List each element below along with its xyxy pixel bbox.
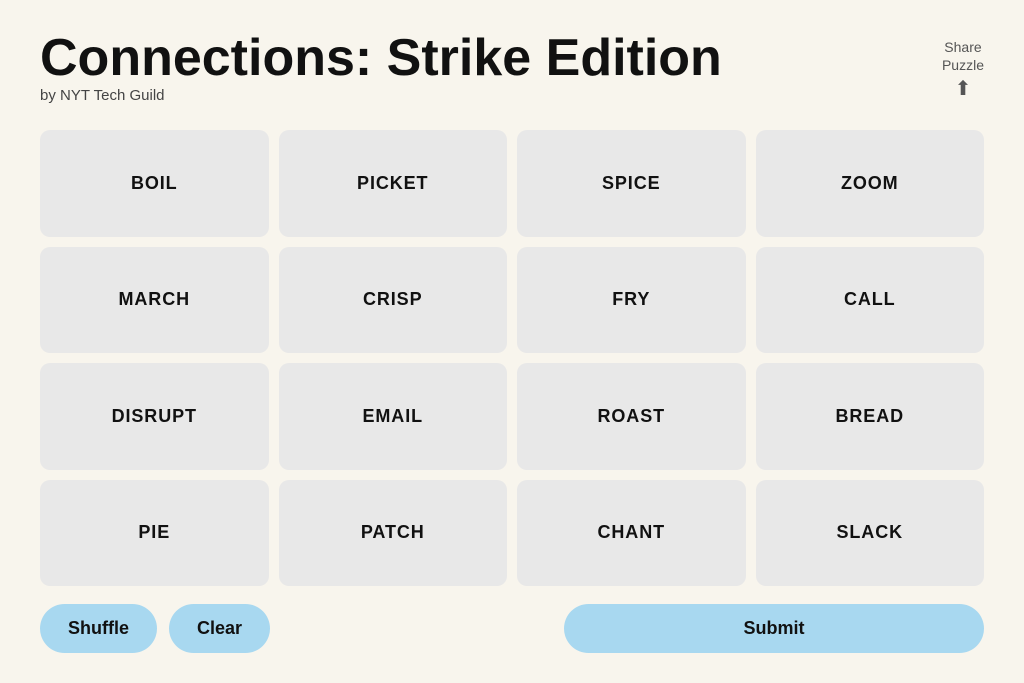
grid-cell[interactable]: FRY bbox=[517, 247, 746, 353]
grid-cell[interactable]: EMAIL bbox=[279, 363, 508, 469]
clear-button[interactable]: Clear bbox=[169, 604, 270, 653]
grid-cell-label: BOIL bbox=[131, 173, 178, 194]
grid-cell[interactable]: CRISP bbox=[279, 247, 508, 353]
grid-cell[interactable]: ZOOM bbox=[756, 130, 985, 236]
share-button[interactable]: SharePuzzle ⬆ bbox=[942, 38, 984, 101]
grid-cell[interactable]: CHANT bbox=[517, 480, 746, 586]
grid-cell-label: CRISP bbox=[363, 289, 423, 310]
title-group: Connections: Strike Edition by NYT Tech … bbox=[40, 30, 722, 124]
grid-cell[interactable]: MARCH bbox=[40, 247, 269, 353]
grid-cell-label: PICKET bbox=[357, 173, 428, 194]
controls: Shuffle Clear Submit bbox=[40, 604, 984, 653]
grid-cell-label: SLACK bbox=[837, 522, 904, 543]
grid-cell-label: PIE bbox=[138, 522, 170, 543]
page-title: Connections: Strike Edition bbox=[40, 30, 722, 87]
grid-cell-label: FRY bbox=[612, 289, 650, 310]
grid-cell[interactable]: DISRUPT bbox=[40, 363, 269, 469]
grid-cell-label: EMAIL bbox=[363, 406, 424, 427]
grid-cell[interactable]: BOIL bbox=[40, 130, 269, 236]
subtitle: by NYT Tech Guild bbox=[40, 87, 722, 104]
grid-cell[interactable]: PATCH bbox=[279, 480, 508, 586]
grid-cell-label: DISRUPT bbox=[112, 406, 197, 427]
grid-cell-label: SPICE bbox=[602, 173, 661, 194]
shuffle-button[interactable]: Shuffle bbox=[40, 604, 157, 653]
grid-cell[interactable]: CALL bbox=[756, 247, 985, 353]
grid-cell-label: BREAD bbox=[835, 406, 904, 427]
grid-cell-label: MARCH bbox=[119, 289, 191, 310]
share-label: SharePuzzle bbox=[942, 38, 984, 74]
grid-cell[interactable]: PIE bbox=[40, 480, 269, 586]
grid-cell[interactable]: BREAD bbox=[756, 363, 985, 469]
grid-cell[interactable]: ROAST bbox=[517, 363, 746, 469]
grid-cell-label: CHANT bbox=[598, 522, 666, 543]
share-icon: ⬆ bbox=[955, 76, 972, 101]
grid-cell[interactable]: PICKET bbox=[279, 130, 508, 236]
grid-cell-label: CALL bbox=[844, 289, 896, 310]
grid-cell-label: ZOOM bbox=[841, 173, 899, 194]
word-grid: BOIL PICKET SPICE ZOOM MARCH CRISP FRY CALL DISR… bbox=[40, 130, 984, 586]
submit-button[interactable]: Submit bbox=[564, 604, 984, 653]
grid-cell[interactable]: SPICE bbox=[517, 130, 746, 236]
grid-cell[interactable]: SLACK bbox=[756, 480, 985, 586]
grid-cell-label: ROAST bbox=[598, 406, 666, 427]
header: Connections: Strike Edition by NYT Tech … bbox=[40, 30, 984, 124]
grid-cell-label: PATCH bbox=[361, 522, 425, 543]
